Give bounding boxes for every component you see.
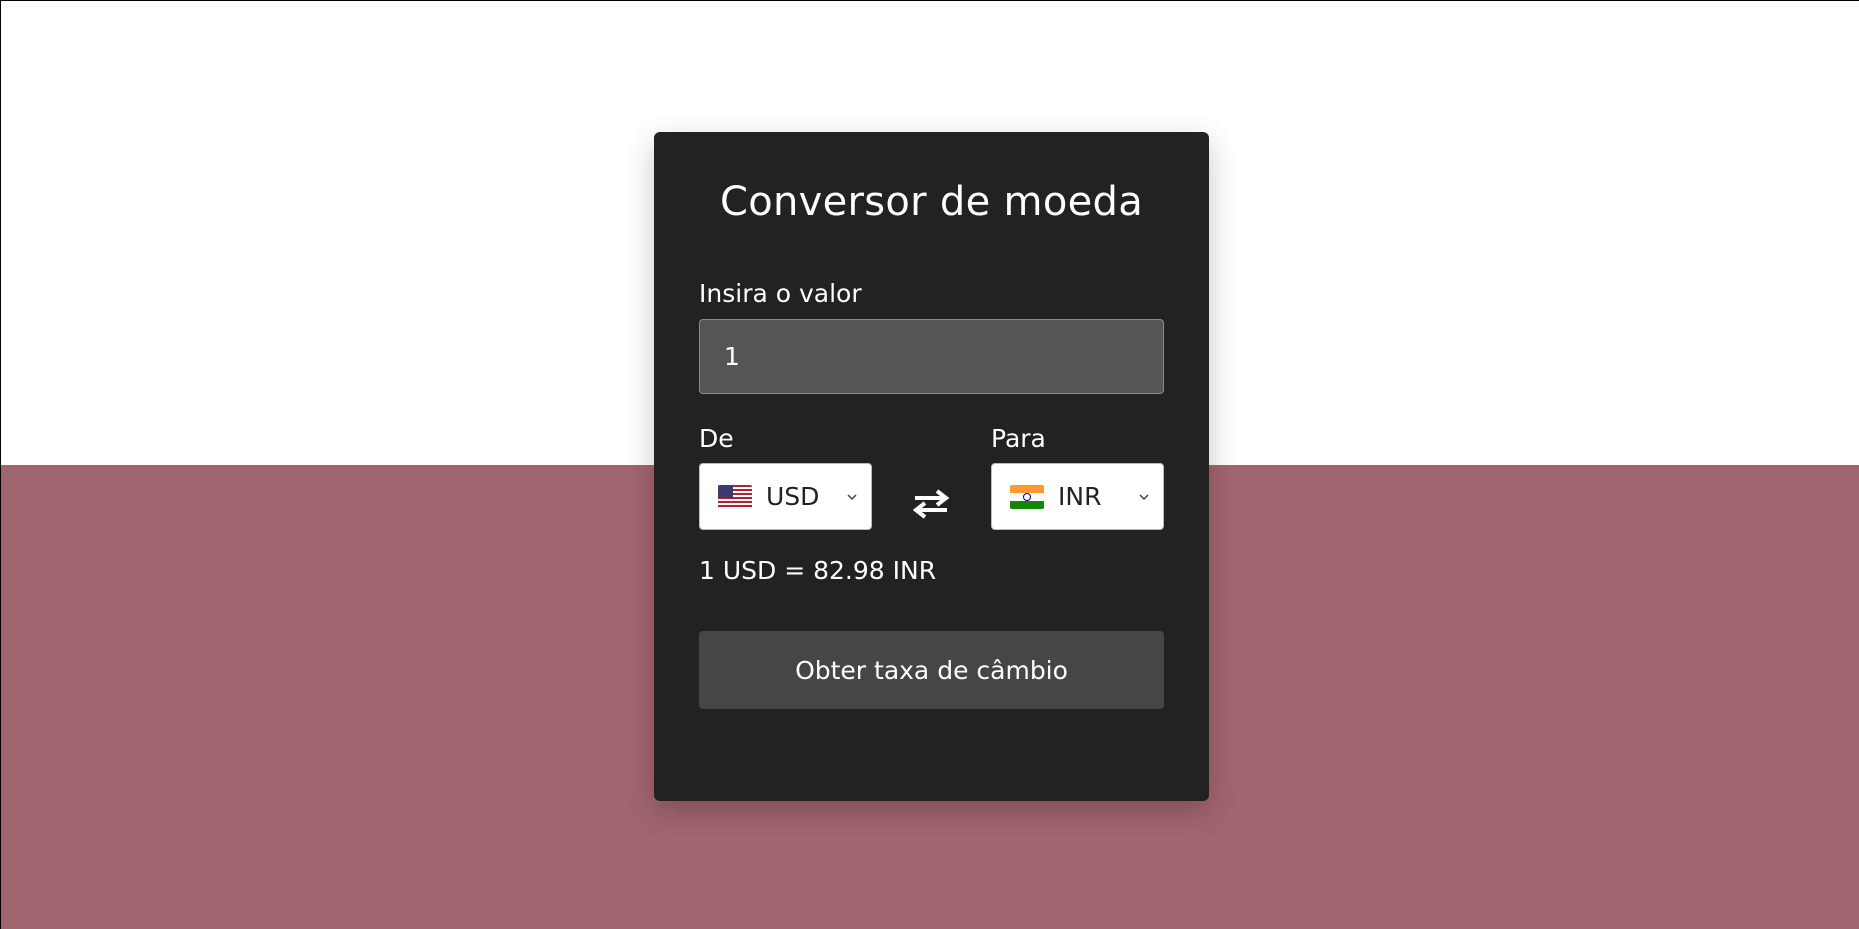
amount-input[interactable] xyxy=(699,319,1164,394)
page-title: Conversor de moeda xyxy=(719,179,1144,225)
from-currency-group: De USD xyxy=(699,424,872,530)
from-label: De xyxy=(699,424,734,453)
exchange-rate-result: 1 USD = 82.98 INR xyxy=(699,556,937,585)
from-currency-select[interactable]: USD xyxy=(699,463,872,530)
to-currency-code: INR xyxy=(1058,482,1102,511)
to-currency-group: Para INR xyxy=(991,424,1164,530)
chevron-down-icon xyxy=(847,489,857,505)
amount-label: Insira o valor xyxy=(699,279,862,308)
currency-row: De USD Para INR xyxy=(699,424,1164,536)
get-exchange-rate-button[interactable]: Obter taxa de câmbio xyxy=(699,631,1164,709)
from-currency-code: USD xyxy=(766,482,820,511)
to-label: Para xyxy=(991,424,1046,453)
converter-card: Conversor de moeda Insira o valor De USD xyxy=(654,132,1209,801)
page: Conversor de moeda Insira o valor De USD xyxy=(0,0,1859,929)
swap-arrows-icon[interactable] xyxy=(903,476,959,532)
to-currency-select[interactable]: INR xyxy=(991,463,1164,530)
india-flag-icon xyxy=(1010,484,1044,509)
us-flag-icon xyxy=(718,484,752,509)
chevron-down-icon xyxy=(1139,489,1149,505)
